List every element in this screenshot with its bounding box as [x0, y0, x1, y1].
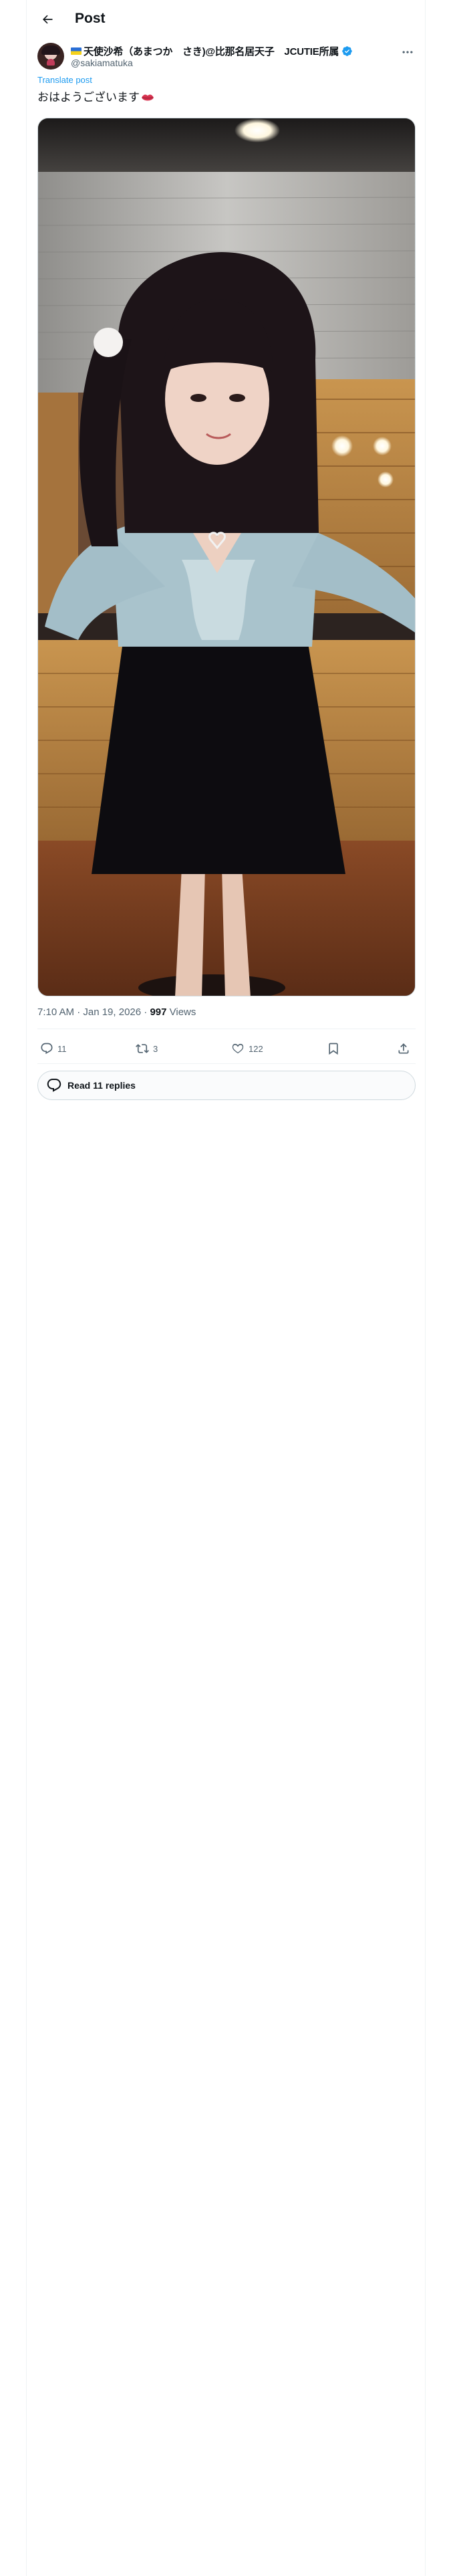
reply-count: 11: [57, 1043, 67, 1054]
bookmark-button[interactable]: [327, 1037, 344, 1061]
reply-icon: [41, 1043, 53, 1055]
like-button[interactable]: 122: [231, 1037, 263, 1061]
post-timestamp: 7:10 AM · Jan 19, 2026 · 997 Views: [37, 1006, 196, 1018]
share-button[interactable]: [397, 1037, 414, 1061]
back-button[interactable]: [36, 8, 59, 31]
reply-button[interactable]: 11: [40, 1037, 67, 1061]
author-name-line[interactable]: 天使沙希（あまつか さき)@比那名居天子 JCUTIE所属: [71, 44, 353, 58]
repost-count: 3: [153, 1043, 158, 1054]
photo-image: [38, 118, 415, 996]
flag-icon: [71, 47, 82, 55]
timestamp-text[interactable]: 7:10 AM · Jan 19, 2026 ·: [37, 1006, 150, 1018]
post-photo[interactable]: [37, 118, 416, 996]
views-count: 997: [150, 1006, 167, 1018]
share-icon: [398, 1043, 409, 1054]
post-text: おはようございます: [37, 90, 154, 106]
lips-icon: [142, 94, 154, 101]
avatar[interactable]: [37, 43, 64, 70]
author-display-name[interactable]: 天使沙希（あまつか さき)@比那名居天子 JCUTIE所属: [84, 44, 339, 58]
repost-icon: [136, 1044, 149, 1053]
heart-icon: [232, 1043, 244, 1054]
more-options-button[interactable]: [400, 45, 416, 59]
author-row: 天使沙希（あまつか さき)@比那名居天子 JCUTIE所属 @sakiamatu…: [37, 43, 416, 72]
action-bar: 11 3 122: [37, 1037, 416, 1061]
views-label: Views: [166, 1006, 196, 1018]
header: Post: [27, 0, 426, 37]
author-handle[interactable]: @sakiamatuka: [71, 58, 133, 68]
verified-badge-icon: [342, 45, 352, 56]
post-text-content: おはようございます: [37, 91, 140, 104]
read-replies-button[interactable]: Read 11 replies: [37, 1071, 416, 1100]
divider: [37, 1063, 416, 1064]
translate-post-link[interactable]: Translate post: [37, 75, 92, 85]
bookmark-icon: [329, 1043, 338, 1055]
post-column: Post 天使沙希（あまつか さき)@比那名居天子 JCUTIE所属 @saki…: [26, 0, 426, 2576]
more-icon: [402, 51, 413, 53]
page-title: Post: [75, 11, 106, 26]
chat-bubble-icon: [47, 1079, 61, 1092]
repost-button[interactable]: 3: [136, 1037, 158, 1061]
arrow-left-icon: [43, 15, 53, 24]
read-replies-label: Read 11 replies: [67, 1080, 136, 1091]
like-count: 122: [249, 1043, 263, 1054]
